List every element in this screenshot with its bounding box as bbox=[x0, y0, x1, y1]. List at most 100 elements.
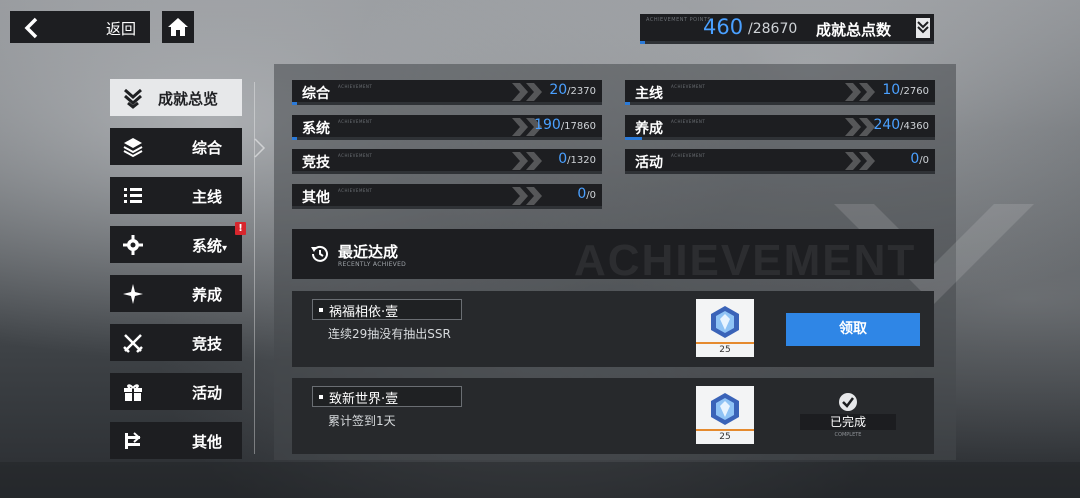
stat-progress-bar bbox=[625, 171, 935, 174]
reward-quantity: 25 bbox=[696, 342, 754, 357]
stat-value: 0/1320 bbox=[558, 151, 596, 167]
stat-name: 主线 bbox=[635, 86, 663, 102]
back-label: 返回 bbox=[106, 20, 137, 38]
check-circle-icon bbox=[838, 392, 858, 416]
status-sub: COMPLETE bbox=[834, 432, 862, 438]
stat-progress-bar bbox=[292, 102, 602, 105]
total-tiny: ACHIEVEMENT POINTS bbox=[646, 17, 712, 23]
history-clock-icon bbox=[309, 243, 331, 269]
achievement-card: 致新世界·壹 累计签到1天 25 已完成 COMPLETE bbox=[292, 378, 934, 454]
nav-label: 主线 bbox=[192, 188, 223, 206]
stat-tiny: ACHIEVEMENT bbox=[671, 84, 706, 89]
nav-item-arena[interactable]: 竞技 bbox=[110, 324, 242, 361]
achievement-title-tag: 祸福相依·壹 bbox=[312, 299, 462, 320]
stripes-decor bbox=[512, 152, 542, 170]
stat-value: 20/2370 bbox=[549, 82, 596, 98]
recent-subtitle: RECENTLY ACHIEVED bbox=[338, 261, 407, 268]
recent-header: ACHIEVEMENT 最近达成 RECENTLY ACHIEVED bbox=[292, 229, 934, 279]
total-progress-bar bbox=[640, 41, 934, 44]
stat-tiny: ACHIEVEMENT bbox=[338, 188, 373, 193]
stripes-decor bbox=[845, 83, 875, 101]
stat-tiny: ACHIEVEMENT bbox=[338, 119, 373, 124]
nav-item-overview[interactable]: 成就总览 bbox=[110, 79, 242, 116]
alert-badge: ! bbox=[235, 222, 246, 235]
nav-label: 养成 bbox=[192, 286, 223, 304]
stat-name: 活动 bbox=[635, 155, 663, 171]
stat-5: 活动 ACHIEVEMENT 0/0 bbox=[625, 149, 935, 174]
back-button[interactable]: 返回 bbox=[10, 11, 150, 43]
home-icon bbox=[168, 18, 188, 36]
stat-tiny: ACHIEVEMENT bbox=[671, 119, 706, 124]
total-current: 460 bbox=[703, 15, 744, 39]
recent-title: 最近达成 bbox=[338, 243, 399, 261]
stat-2: 系统 ACHIEVEMENT 190/17860 bbox=[292, 115, 602, 140]
reward-quantity: 25 bbox=[696, 429, 754, 444]
achievement-desc: 连续29抽没有抽出SSR bbox=[328, 327, 451, 341]
chevron-left-icon bbox=[24, 17, 38, 43]
nav-label: 综合 bbox=[192, 139, 223, 157]
stat-progress-bar bbox=[625, 137, 935, 140]
stat-value: 10/2760 bbox=[882, 82, 929, 98]
stat-1: 主线 ACHIEVEMENT 10/2760 bbox=[625, 80, 935, 105]
total-label: 成就总点数 bbox=[816, 21, 892, 39]
chevron-stack-icon bbox=[122, 87, 144, 109]
claim-button[interactable]: 领取 bbox=[786, 313, 920, 346]
total-points: ACHIEVEMENT POINTS 460 /28670 成就总点数 bbox=[640, 14, 934, 44]
stat-value: 0/0 bbox=[910, 151, 929, 167]
crystal-icon bbox=[707, 391, 743, 431]
stat-name: 综合 bbox=[302, 86, 330, 102]
achievement-card: 祸福相依·壹 连续29抽没有抽出SSR 25 领取 bbox=[292, 291, 934, 367]
nav-label: 竞技 bbox=[192, 335, 223, 353]
nav-item-system[interactable]: 系统▾ bbox=[110, 226, 242, 263]
sparkle-icon bbox=[122, 283, 144, 305]
bottom-shade bbox=[0, 462, 1080, 498]
gift-icon bbox=[122, 381, 144, 403]
stat-progress-bar bbox=[292, 206, 602, 209]
crystal-icon bbox=[707, 304, 743, 344]
stripes-decor bbox=[845, 152, 875, 170]
nav-item-event[interactable]: 活动 bbox=[110, 373, 242, 410]
stat-0: 综合 ACHIEVEMENT 20/2370 bbox=[292, 80, 602, 105]
nav-item-other[interactable]: 其他 bbox=[110, 422, 242, 459]
achievement-title-tag: 致新世界·壹 bbox=[312, 386, 462, 407]
stat-name: 系统 bbox=[302, 121, 330, 137]
stat-tiny: ACHIEVEMENT bbox=[338, 153, 373, 158]
stat-progress-bar bbox=[625, 102, 935, 105]
achievement-title: 致新世界·壹 bbox=[329, 392, 399, 407]
nav-label: 其他 bbox=[192, 433, 223, 451]
status-label: 已完成 bbox=[800, 414, 896, 430]
gear-icon bbox=[122, 234, 144, 256]
reward-item[interactable]: 25 bbox=[696, 386, 754, 444]
achievement-desc: 累计签到1天 bbox=[328, 414, 396, 428]
stat-value: 190/17860 bbox=[534, 117, 596, 133]
misc-icon bbox=[122, 430, 144, 452]
nav-label: 活动 bbox=[192, 384, 223, 402]
stat-progress-bar bbox=[292, 171, 602, 174]
home-button[interactable] bbox=[162, 11, 194, 43]
stat-value: 240/4360 bbox=[873, 117, 929, 133]
layers-icon bbox=[122, 136, 144, 158]
nav-item-growth[interactable]: 养成 bbox=[110, 275, 242, 312]
stat-name: 养成 bbox=[635, 121, 663, 137]
nav-item-general[interactable]: 综合 bbox=[110, 128, 242, 165]
stripes-decor bbox=[512, 187, 542, 205]
stat-name: 其他 bbox=[302, 190, 330, 206]
nav-label: 系统▾ bbox=[192, 237, 228, 255]
rank-chevron-icon bbox=[916, 18, 930, 42]
stat-name: 竞技 bbox=[302, 155, 330, 171]
nav-item-main[interactable]: 主线 bbox=[110, 177, 242, 214]
stripes-decor bbox=[512, 83, 542, 101]
stat-tiny: ACHIEVEMENT bbox=[671, 153, 706, 158]
crossed-swords-icon bbox=[122, 332, 144, 354]
stat-4: 竞技 ACHIEVEMENT 0/1320 bbox=[292, 149, 602, 174]
achievement-title: 祸福相依·壹 bbox=[329, 305, 399, 320]
list-icon bbox=[122, 185, 144, 207]
reward-item[interactable]: 25 bbox=[696, 299, 754, 357]
stat-tiny: ACHIEVEMENT bbox=[338, 84, 373, 89]
stat-progress-bar bbox=[292, 137, 602, 140]
stat-value: 0/0 bbox=[577, 186, 596, 202]
nav-pointer-icon bbox=[254, 138, 266, 158]
stat-6: 其他 ACHIEVEMENT 0/0 bbox=[292, 184, 602, 209]
recent-watermark: ACHIEVEMENT bbox=[574, 236, 917, 279]
nav-label: 成就总览 bbox=[158, 90, 219, 108]
